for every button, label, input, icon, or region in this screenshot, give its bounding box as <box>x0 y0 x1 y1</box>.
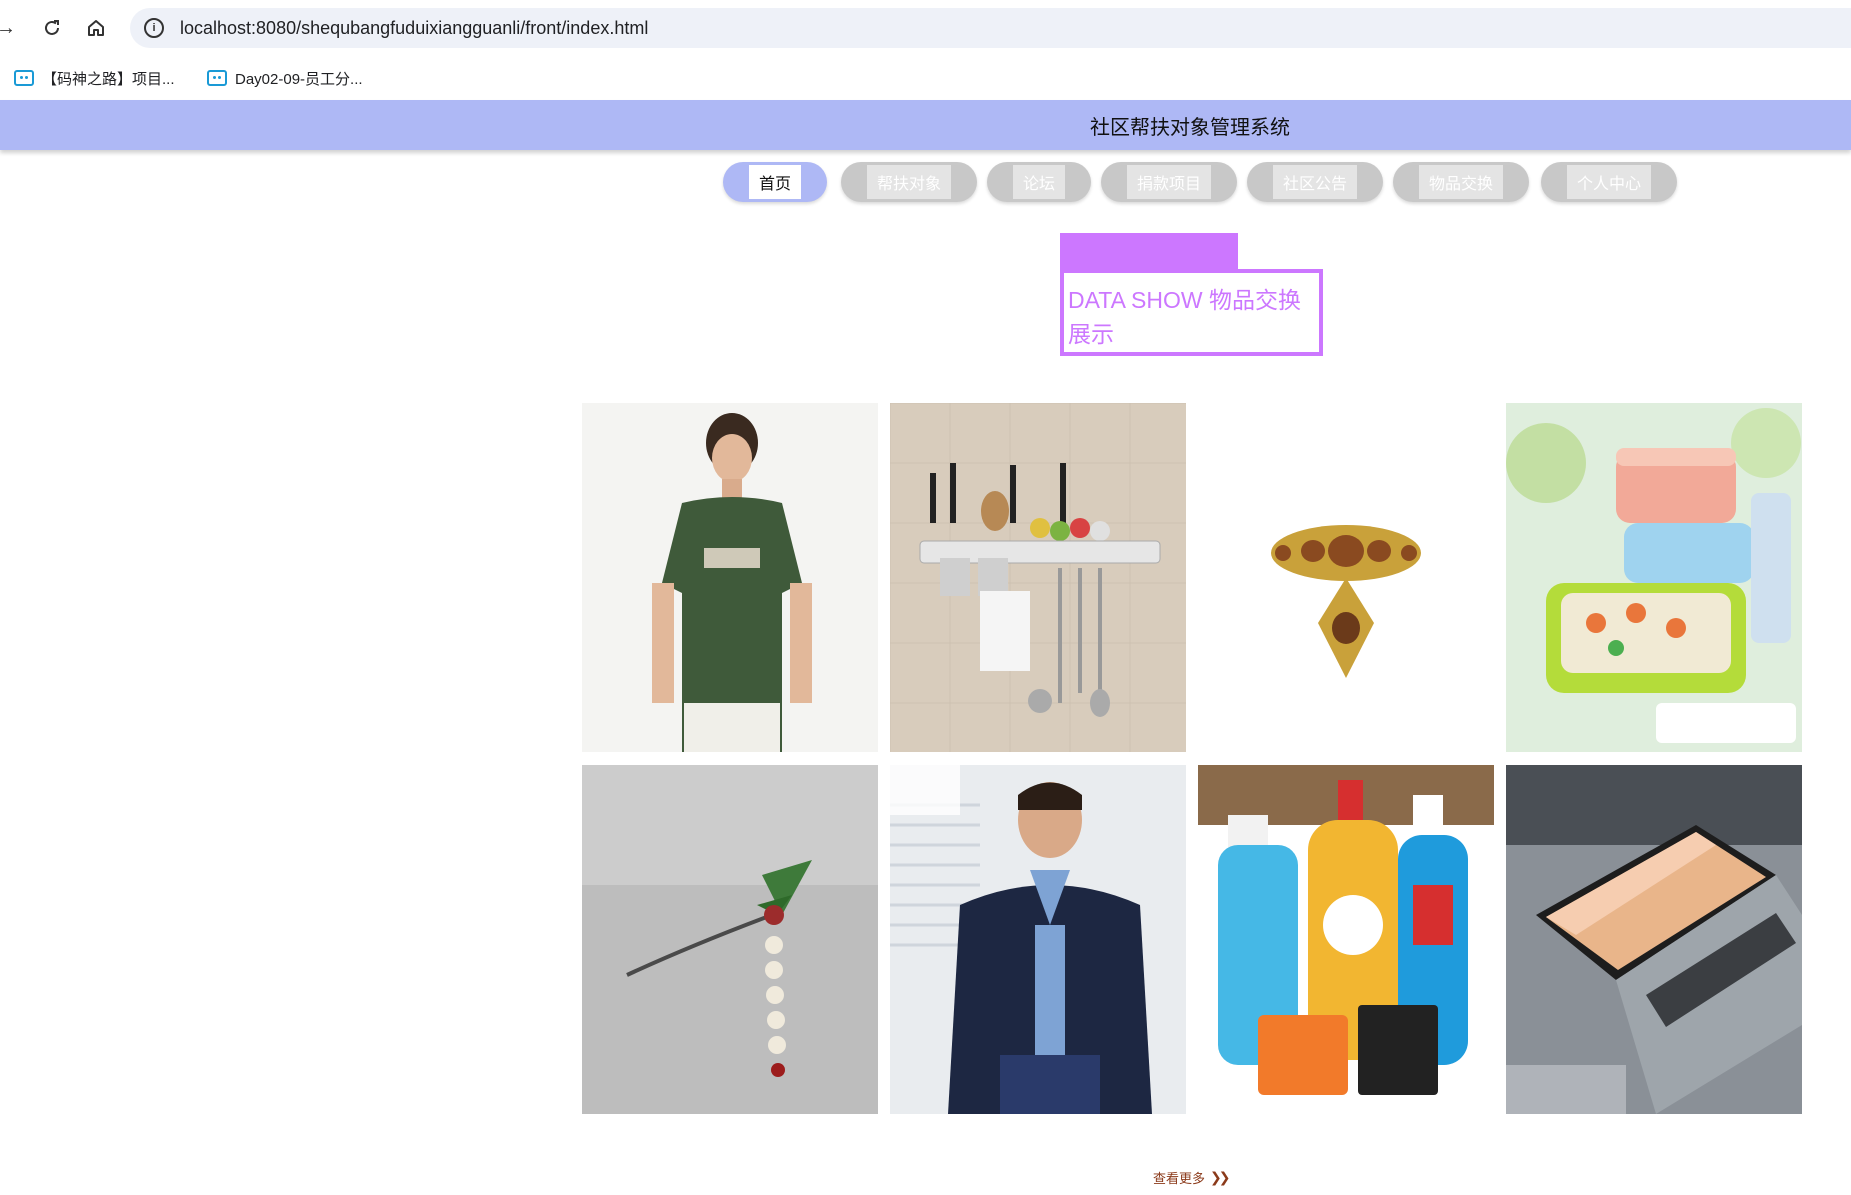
product-card[interactable] <box>1506 403 1802 752</box>
nav-item-label: 物品交换 <box>1418 165 1503 199</box>
bookmarks-bar: 【码神之路】项目... Day02-09-员工分... <box>0 56 1851 100</box>
detergent-image <box>1198 765 1494 1114</box>
product-card[interactable] <box>890 765 1186 1114</box>
view-more-link[interactable]: 查看更多 ❯❯ <box>1153 1168 1231 1187</box>
nav-item-forum[interactable]: 论坛 <box>987 162 1091 202</box>
nav-item-home[interactable]: 首页 <box>723 162 827 202</box>
laptop-image <box>1506 765 1802 1114</box>
product-card[interactable] <box>582 403 878 752</box>
product-card[interactable] <box>582 765 878 1114</box>
bookmark-label: Day02-09-员工分... <box>235 70 363 88</box>
product-card[interactable] <box>1198 403 1494 752</box>
bilibili-icon <box>207 70 227 86</box>
jacket-image <box>890 765 1186 1114</box>
nav-item-label: 论坛 <box>1012 165 1065 199</box>
bookmark-item[interactable]: Day02-09-员工分... <box>207 66 363 90</box>
kitchen-rack-image <box>890 403 1186 752</box>
nav-item-help-targets[interactable]: 帮扶对象 <box>841 162 977 202</box>
double-chevron-right-icon: ❯❯ <box>1210 1169 1231 1185</box>
bilibili-icon <box>14 70 34 86</box>
product-card[interactable] <box>1506 765 1802 1114</box>
browser-toolbar: → i localhost:8080/shequbangfuduixianggu… <box>0 0 1851 56</box>
nav-item-donation-projects[interactable]: 捐款项目 <box>1101 162 1237 202</box>
section-title-box: DATA SHOW 物品交换展示 <box>1060 269 1323 356</box>
section-title-tab <box>1060 233 1238 269</box>
bookmark-item[interactable]: 【码神之路】项目... <box>14 66 175 90</box>
address-url: localhost:8080/shequbangfuduixiangguanli… <box>180 17 649 38</box>
site-header: 社区帮扶对象管理系统 <box>0 100 1851 150</box>
product-card[interactable] <box>890 403 1186 752</box>
nav-item-label: 社区公告 <box>1272 165 1357 199</box>
nav-item-label: 首页 <box>748 165 801 199</box>
nav-item-label: 帮扶对象 <box>866 165 951 199</box>
hairpin-image <box>582 765 878 1114</box>
reload-icon[interactable] <box>38 14 66 42</box>
view-more-label: 查看更多 <box>1153 1171 1206 1186</box>
green-tshirt-image <box>582 403 878 752</box>
nav-item-label: 个人中心 <box>1566 165 1651 199</box>
site-info-icon[interactable]: i <box>144 18 164 38</box>
forward-icon[interactable]: → <box>0 14 20 42</box>
nav-item-announcements[interactable]: 社区公告 <box>1247 162 1383 202</box>
home-icon[interactable] <box>82 14 110 42</box>
product-card[interactable] <box>1198 765 1494 1114</box>
section-title: DATA SHOW 物品交换展示 <box>1068 287 1301 347</box>
site-title: 社区帮扶对象管理系统 <box>1090 116 1290 139</box>
nav-item-profile[interactable]: 个人中心 <box>1541 162 1677 202</box>
nav-item-label: 捐款项目 <box>1126 165 1211 199</box>
nav-item-item-exchange[interactable]: 物品交换 <box>1393 162 1529 202</box>
address-bar[interactable]: i localhost:8080/shequbangfuduixiangguan… <box>130 8 1851 48</box>
lunch-box-image <box>1506 403 1802 752</box>
brooch-image <box>1198 403 1494 752</box>
bookmark-label: 【码神之路】项目... <box>42 70 175 88</box>
